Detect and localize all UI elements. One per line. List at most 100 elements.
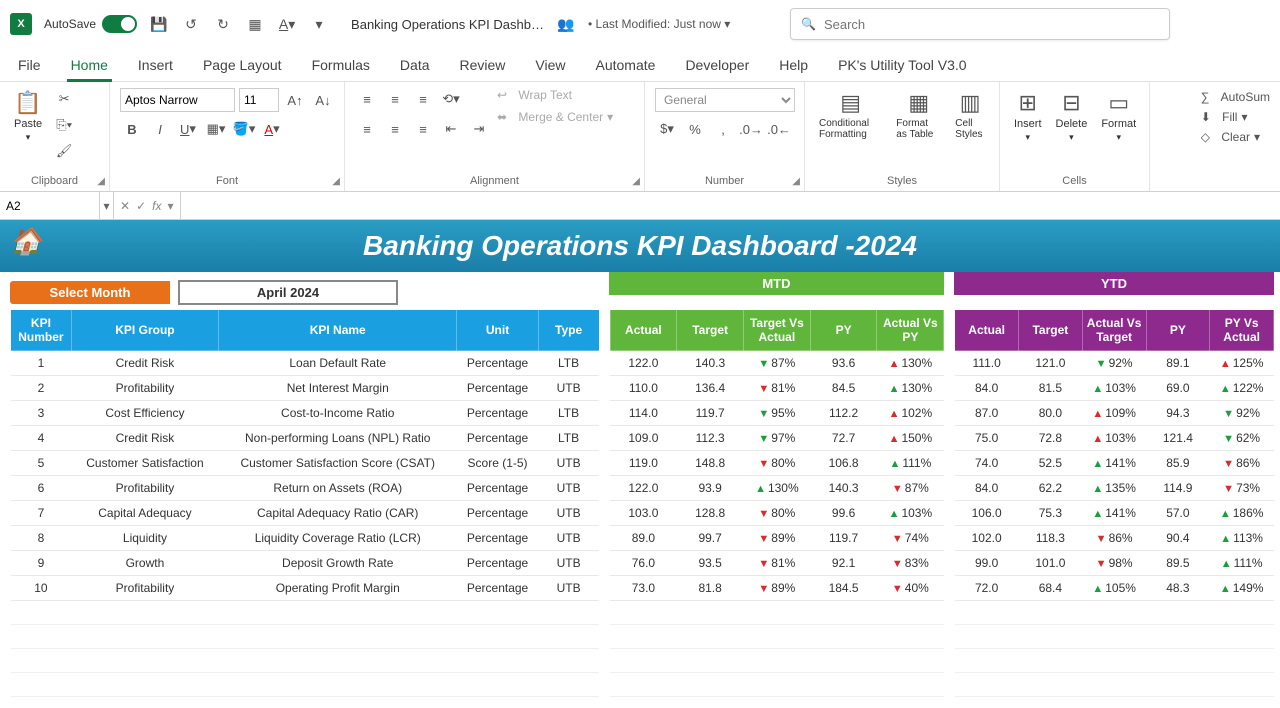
- name-box[interactable]: [0, 192, 100, 219]
- table-row[interactable]: 3Cost Efficiency Cost-to-Income RatioPer…: [11, 401, 600, 426]
- font-color-button[interactable]: A▾: [260, 118, 284, 140]
- cut-icon[interactable]: ✂: [52, 88, 76, 110]
- autosum-button[interactable]: ∑ AutoSum: [1201, 90, 1270, 104]
- delete-cells-button[interactable]: ⊟Delete▾: [1052, 88, 1092, 145]
- table-row[interactable]: 2Profitability Net Interest MarginPercen…: [11, 376, 600, 401]
- redo-icon[interactable]: ↻: [213, 14, 233, 34]
- wrap-text-button[interactable]: ↩ Wrap Text: [497, 88, 613, 102]
- autosave-toggle[interactable]: AutoSave: [44, 15, 137, 33]
- table-row[interactable]: [955, 625, 1274, 649]
- table-row[interactable]: [955, 673, 1274, 697]
- align-top-icon[interactable]: ≡: [355, 88, 379, 110]
- qat-overflow-icon[interactable]: ▾: [309, 14, 329, 34]
- last-modified[interactable]: • Last Modified: Just now ▾: [588, 17, 730, 31]
- month-selector[interactable]: April 2024: [178, 280, 398, 305]
- number-format-select[interactable]: General: [655, 88, 795, 112]
- clear-button[interactable]: ◇ Clear▾: [1201, 130, 1270, 144]
- tab-automate[interactable]: Automate: [592, 51, 660, 81]
- font-launcher-icon[interactable]: ◢: [332, 176, 340, 187]
- fill-button[interactable]: ⬇ Fill▾: [1201, 110, 1270, 124]
- increase-indent-icon[interactable]: ⇥: [467, 118, 491, 140]
- insert-cells-button[interactable]: ⊞Insert▾: [1010, 88, 1046, 145]
- decrease-indent-icon[interactable]: ⇤: [439, 118, 463, 140]
- currency-icon[interactable]: $▾: [655, 118, 679, 140]
- font-size-input[interactable]: [239, 88, 279, 112]
- clipboard-launcher-icon[interactable]: ◢: [97, 176, 105, 187]
- table-row[interactable]: 84.081.5 ▲103% 69.0 ▲122%: [955, 376, 1274, 401]
- conditional-formatting-button[interactable]: ▤Conditional Formatting: [815, 88, 886, 142]
- percent-icon[interactable]: %: [683, 118, 707, 140]
- align-left-icon[interactable]: ≡: [355, 118, 379, 140]
- font-name-input[interactable]: [120, 88, 235, 112]
- share-users-icon[interactable]: 👥: [556, 14, 576, 34]
- table-row[interactable]: 122.0140.3 ▼87% 93.6 ▲130%: [610, 351, 944, 376]
- table-row[interactable]: [11, 601, 600, 625]
- table-row[interactable]: 6Profitability Return on Assets (ROA)Per…: [11, 476, 600, 501]
- enter-formula-icon[interactable]: ✓: [136, 199, 146, 213]
- tab-home[interactable]: Home: [67, 51, 112, 81]
- decrease-font-icon[interactable]: A↓: [311, 89, 335, 111]
- comma-icon[interactable]: ,: [711, 118, 735, 140]
- table-row[interactable]: 111.0121.0 ▼92% 89.1 ▲125%: [955, 351, 1274, 376]
- increase-font-icon[interactable]: A↑: [283, 89, 307, 111]
- copy-icon[interactable]: ⎘▾: [52, 114, 76, 136]
- orientation-icon[interactable]: ⟲▾: [439, 88, 463, 110]
- font-color-icon[interactable]: A▾: [277, 14, 297, 34]
- table-row[interactable]: 10Profitability Operating Profit MarginP…: [11, 576, 600, 601]
- decrease-decimal-icon[interactable]: .0←: [767, 118, 791, 140]
- table-row[interactable]: 72.068.4 ▲105% 48.3 ▲149%: [955, 576, 1274, 601]
- table-row[interactable]: [610, 601, 944, 625]
- search-input[interactable]: [824, 17, 1159, 32]
- table-row[interactable]: [955, 649, 1274, 673]
- merge-center-button[interactable]: ⬌ Merge & Center▾: [497, 110, 613, 124]
- table-row[interactable]: [610, 625, 944, 649]
- search-box[interactable]: 🔍: [790, 8, 1170, 40]
- home-icon[interactable]: 🏠: [10, 226, 42, 257]
- table-row[interactable]: 87.080.0 ▲109% 94.3 ▼92%: [955, 401, 1274, 426]
- table-row[interactable]: 76.093.5 ▼81% 92.1 ▼83%: [610, 551, 944, 576]
- formula-dropdown-icon[interactable]: ▾: [167, 199, 173, 213]
- table-row[interactable]: 1Credit Risk Loan Default RatePercentage…: [11, 351, 600, 376]
- alignment-launcher-icon[interactable]: ◢: [632, 176, 640, 187]
- table-row[interactable]: 102.0118.3 ▼86% 90.4 ▲113%: [955, 526, 1274, 551]
- format-as-table-button[interactable]: ▦Format as Table: [892, 88, 945, 142]
- table-row[interactable]: 8Liquidity Liquidity Coverage Ratio (LCR…: [11, 526, 600, 551]
- fill-color-button[interactable]: 🪣▾: [232, 118, 256, 140]
- align-middle-icon[interactable]: ≡: [383, 88, 407, 110]
- fx-icon[interactable]: fx: [152, 199, 161, 213]
- table-row[interactable]: [955, 601, 1274, 625]
- table-row[interactable]: 5Customer Satisfaction Customer Satisfac…: [11, 451, 600, 476]
- tab-page-layout[interactable]: Page Layout: [199, 51, 286, 81]
- tab-pk-utility[interactable]: PK's Utility Tool V3.0: [834, 51, 970, 81]
- table-row[interactable]: 75.072.8 ▲103% 121.4 ▼62%: [955, 426, 1274, 451]
- cell-styles-button[interactable]: ▥Cell Styles: [951, 88, 989, 142]
- table-row[interactable]: 122.093.9 ▲130% 140.3 ▼87%: [610, 476, 944, 501]
- table-row[interactable]: [11, 625, 600, 649]
- format-cells-button[interactable]: ▭Format▾: [1097, 88, 1140, 145]
- tab-file[interactable]: File: [14, 51, 45, 81]
- align-right-icon[interactable]: ≡: [411, 118, 435, 140]
- increase-decimal-icon[interactable]: .0→: [739, 118, 763, 140]
- underline-button[interactable]: U▾: [176, 118, 200, 140]
- table-row[interactable]: 89.099.7 ▼89% 119.7 ▼74%: [610, 526, 944, 551]
- table-row[interactable]: 99.0101.0 ▼98% 89.5 ▲111%: [955, 551, 1274, 576]
- table-row[interactable]: [11, 673, 600, 697]
- table-row[interactable]: 73.081.8 ▼89% 184.5 ▼40%: [610, 576, 944, 601]
- align-bottom-icon[interactable]: ≡: [411, 88, 435, 110]
- table-row[interactable]: 106.075.3 ▲141% 57.0 ▲186%: [955, 501, 1274, 526]
- table-row[interactable]: [11, 649, 600, 673]
- borders-icon[interactable]: ▦: [245, 14, 265, 34]
- number-launcher-icon[interactable]: ◢: [792, 176, 800, 187]
- tab-review[interactable]: Review: [456, 51, 510, 81]
- tab-insert[interactable]: Insert: [134, 51, 177, 81]
- table-row[interactable]: 103.0128.8 ▼80% 99.6 ▲103%: [610, 501, 944, 526]
- table-row[interactable]: [610, 673, 944, 697]
- save-icon[interactable]: 💾: [149, 14, 169, 34]
- tab-developer[interactable]: Developer: [681, 51, 753, 81]
- name-box-dropdown-icon[interactable]: ▾: [100, 192, 114, 219]
- table-row[interactable]: 109.0112.3 ▼97% 72.7 ▲150%: [610, 426, 944, 451]
- table-row[interactable]: 119.0148.8 ▼80% 106.8 ▲111%: [610, 451, 944, 476]
- tab-data[interactable]: Data: [396, 51, 434, 81]
- table-row[interactable]: 84.062.2 ▲135% 114.9 ▼73%: [955, 476, 1274, 501]
- tab-view[interactable]: View: [531, 51, 569, 81]
